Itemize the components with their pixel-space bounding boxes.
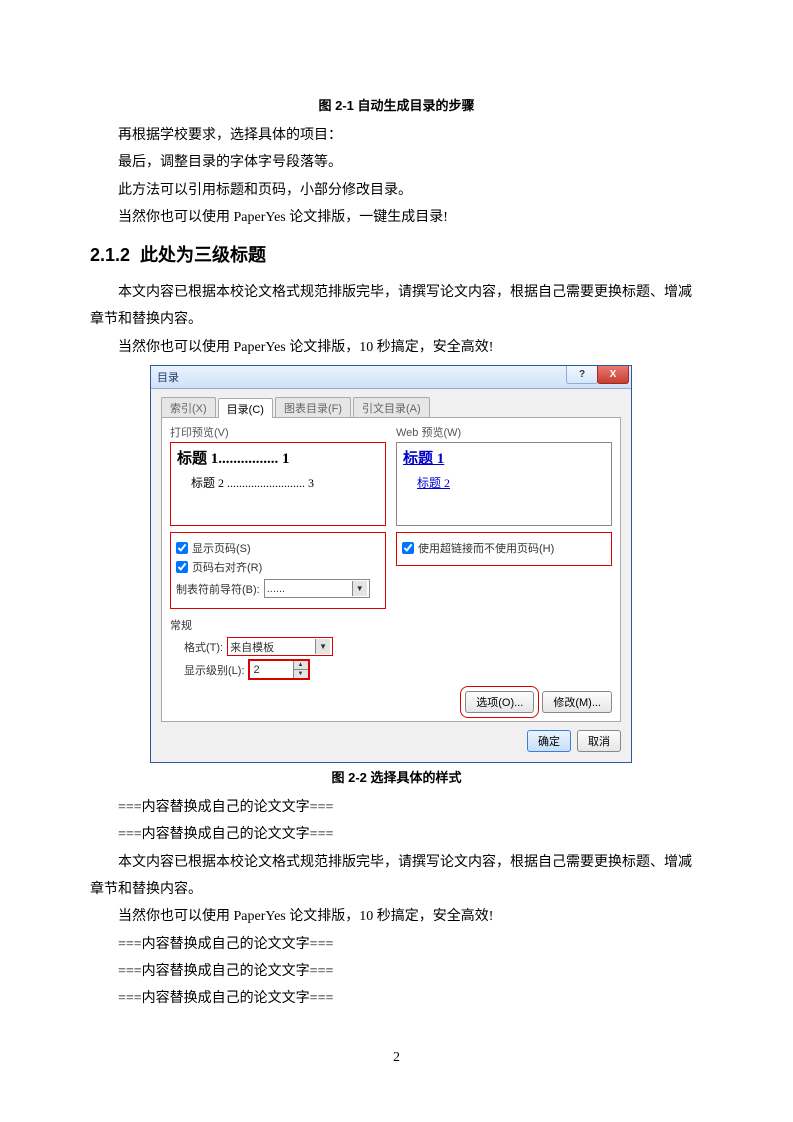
heading-level-3: 2.1.2 此处为三级标题 [90,241,703,267]
spin-up-icon[interactable]: ▲ [294,661,308,670]
figure-caption-2: 图 2-2 选择具体的样式 [90,767,703,786]
paragraph: 当然你也可以使用 PaperYes 论文排版，一键生成目录! [90,204,703,231]
page-number: 2 [0,1050,793,1066]
preview-dots: ................ [218,451,278,467]
paragraph: ===内容替换成自己的论文文字=== [90,794,703,821]
tab-leader-select[interactable]: ...... ▼ [264,579,370,598]
preview-page-2: 3 [308,476,314,490]
format-value: 来自模板 [230,639,274,655]
paragraph: 此方法可以引用标题和页码，小部分修改目录。 [90,177,703,204]
print-preview-label: 打印预览(V) [170,424,386,440]
tab-index[interactable]: 索引(X) [161,397,216,417]
levels-label: 显示级别(L): [184,662,245,678]
paragraph: ===内容替换成自己的论文文字=== [90,931,703,958]
preview-page-1: 1 [282,451,290,467]
paragraph: ===内容替换成自己的论文文字=== [90,821,703,848]
show-page-numbers-label: 显示页码(S) [192,540,251,556]
spin-down-icon[interactable]: ▼ [294,670,308,678]
paragraph: ===内容替换成自己的论文文字=== [90,958,703,985]
web-preview-box: 标题 1 标题 2 [396,442,612,526]
paragraph: 当然你也可以使用 PaperYes 论文排版，10 秒搞定，安全高效! [90,903,703,930]
tab-leader-label: 制表符前导符(B): [176,581,260,597]
preview-heading-1: 标题 1 [177,451,218,467]
cancel-button[interactable]: 取消 [577,730,621,752]
format-label: 格式(T): [184,639,223,655]
paragraph: 再根据学校要求，选择具体的项目： [90,122,703,149]
right-align-label: 页码右对齐(R) [192,559,262,575]
web-link-2[interactable]: 标题 2 [417,476,450,490]
options-button[interactable]: 选项(O)... [465,691,534,713]
paragraph: 当然你也可以使用 PaperYes 论文排版，10 秒搞定，安全高效! [90,334,703,361]
dialog-tabs: 索引(X) 目录(C) 图表目录(F) 引文目录(A) [161,397,621,417]
toc-dialog: 目录 ? X 索引(X) 目录(C) 图表目录(F) 引文目录(A) 打印预览(… [150,365,632,763]
show-page-numbers-checkbox[interactable] [176,542,188,554]
modify-button[interactable]: 修改(M)... [542,691,612,713]
print-preview-box: 标题 1................ 1 标题 2 ............… [170,442,386,526]
preview-dots-2: .......................... [227,476,305,490]
tab-leader-value: ...... [267,583,285,595]
dropdown-icon: ▼ [352,581,367,596]
dropdown-icon: ▼ [315,639,330,654]
format-select[interactable]: 来自模板 ▼ [227,637,333,656]
tab-toc[interactable]: 目录(C) [218,398,273,418]
paragraph: 本文内容已根据本校论文格式规范排版完毕，请撰写论文内容，根据自己需要更换标题、增… [90,849,703,904]
use-hyperlinks-checkbox[interactable] [402,542,414,554]
help-button[interactable]: ? [566,366,598,384]
tab-panel-toc: 打印预览(V) 标题 1................ 1 标题 2 ....… [161,417,621,722]
levels-value: 2 [250,664,293,676]
levels-spinner[interactable]: 2 ▲▼ [249,660,309,679]
tab-citation-toc[interactable]: 引文目录(A) [353,397,430,417]
use-hyperlinks-label: 使用超链接而不使用页码(H) [418,540,554,556]
tab-figure-toc[interactable]: 图表目录(F) [275,397,351,417]
web-preview-label: Web 预览(W) [396,424,612,440]
page-number-options: 显示页码(S) 页码右对齐(R) 制表符前导符(B): ...... ▼ [170,532,386,609]
right-align-checkbox[interactable] [176,561,188,573]
web-link-1[interactable]: 标题 1 [403,451,444,467]
preview-heading-2: 标题 2 [191,476,224,490]
figure-caption-1: 图 2-1 自动生成目录的步骤 [90,95,703,114]
hyperlink-options: 使用超链接而不使用页码(H) [396,532,612,566]
paragraph: ===内容替换成自己的论文文字=== [90,985,703,1012]
close-button[interactable]: X [597,366,629,384]
dialog-titlebar[interactable]: 目录 ? X [151,366,631,389]
paragraph: 最后，调整目录的字体字号段落等。 [90,149,703,176]
general-label: 常规 [170,617,612,633]
heading-text: 此处为三级标题 [140,245,266,265]
dialog-title: 目录 [157,369,179,385]
ok-button[interactable]: 确定 [527,730,571,752]
heading-number: 2.1.2 [90,245,130,265]
paragraph: 本文内容已根据本校论文格式规范排版完毕，请撰写论文内容，根据自己需要更换标题、增… [90,279,703,334]
